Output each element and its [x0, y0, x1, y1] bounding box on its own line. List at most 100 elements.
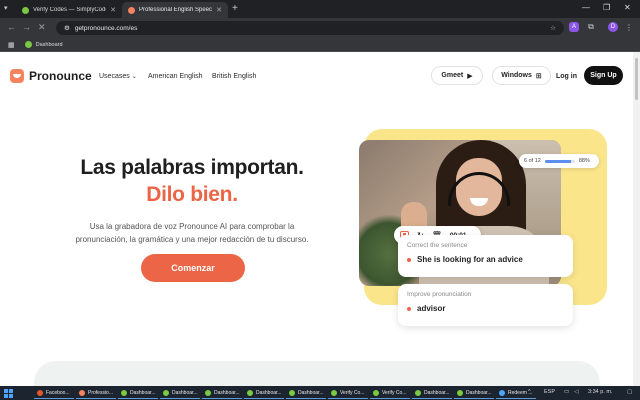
windows-label: Windows	[501, 72, 532, 79]
taskbar-app-icon	[499, 389, 505, 396]
new-tab-button[interactable]: +	[232, 3, 238, 14]
nav-usecases[interactable]: Usecases ⌄	[99, 73, 137, 80]
hero-subtitle-line-2: pronunciación, la gramática y una mejor …	[75, 235, 309, 244]
pronounce-logo-icon	[10, 69, 24, 83]
bookmark-star-icon[interactable]: ☆	[550, 24, 556, 32]
taskbar-app-icon	[331, 389, 337, 396]
windows-logo-icon: ⊞	[535, 72, 542, 80]
pronunciation-card: Improve pronunciation advisor	[398, 284, 573, 326]
taskbar-item[interactable]: Dashboar...	[202, 387, 242, 399]
site-logo[interactable]: Pronounce	[10, 69, 92, 83]
progress-track	[544, 159, 575, 163]
close-tab-icon[interactable]: ✕	[110, 6, 116, 14]
taskbar-item-label: Dashboar...	[256, 389, 282, 396]
notifications-icon[interactable]: ▢	[627, 389, 632, 395]
comenzar-button[interactable]: Comenzar	[141, 254, 245, 282]
extensions-puzzle-icon[interactable]: ⧉	[586, 22, 596, 32]
taskbar-app-icon	[415, 389, 421, 396]
restore-icon[interactable]: ❐	[603, 3, 610, 12]
bookmark-label: Dashboard	[35, 41, 63, 48]
os-taskbar: Faceboo... Professio... Dashboar... Dashboa…	[0, 386, 640, 400]
taskbar-item-label: Professio...	[88, 389, 114, 396]
web-page: Pronounce Usecases ⌄ American English Br…	[0, 52, 633, 386]
taskbar-app-icon	[121, 389, 127, 396]
taskbar-item-label: Faceboo...	[46, 389, 70, 396]
page-scrollbar[interactable]	[633, 52, 640, 386]
bullet-dot-icon	[407, 257, 411, 262]
card-word: advisor	[417, 304, 446, 313]
minimize-icon[interactable]: —	[582, 3, 590, 12]
taskbar-item[interactable]: Faceboo...	[34, 387, 74, 399]
taskbar-item-label: Dashboar...	[172, 389, 198, 396]
taskbar-item[interactable]: Professio...	[76, 387, 116, 399]
network-icon[interactable]: ▭	[564, 389, 569, 395]
gmeet-button[interactable]: Gmeet ▶	[431, 66, 483, 85]
tab-verify-codes[interactable]: Verify Codes — SimplyCodes ✕	[16, 2, 122, 18]
forward-icon[interactable]: →	[22, 22, 31, 32]
nav-usecases-label: Usecases	[99, 73, 130, 80]
extension-icon[interactable]: A	[569, 22, 579, 32]
taskbar-app-icon	[457, 389, 463, 396]
nav-british-english[interactable]: British English	[212, 73, 256, 80]
taskbar-item-label: Dashboar...	[130, 389, 156, 396]
taskbar-item[interactable]: Dashboar...	[160, 387, 200, 399]
taskbar-item[interactable]: Dashboar...	[412, 387, 452, 399]
signup-button[interactable]: Sign Up	[584, 66, 623, 85]
logo-text: Pronounce	[29, 69, 92, 83]
system-clock[interactable]: 3:34 p. m.	[588, 389, 612, 395]
tab-list-icon[interactable]: ▾	[4, 4, 8, 12]
taskbar-item-label: Dashboar...	[214, 389, 240, 396]
close-window-icon[interactable]: ✕	[624, 3, 631, 12]
language-indicator[interactable]: ESP	[544, 389, 555, 395]
taskbar-app-icon	[205, 389, 211, 396]
taskbar-app-icon	[163, 389, 169, 396]
progress-indicator: 6 of 12 88%	[519, 154, 599, 168]
tray-chevron-icon[interactable]: ^	[528, 389, 531, 395]
taskbar-item[interactable]: Dashboar...	[244, 387, 284, 399]
taskbar-item[interactable]: Verify Co...	[370, 387, 410, 399]
taskbar-item[interactable]: Dashboar...	[286, 387, 326, 399]
taskbar-app-icon	[289, 389, 295, 396]
taskbar-item[interactable]: Verify Co...	[328, 387, 368, 399]
taskbar-app-icon	[37, 389, 43, 396]
bookmark-dashboard[interactable]: Dashboard	[24, 41, 63, 48]
url-bar[interactable]: ⚙ getpronounce.com/es ☆	[56, 21, 564, 35]
site-info-icon[interactable]: ⚙	[64, 24, 70, 32]
correction-card: Correct the sentence She is looking for …	[398, 235, 573, 277]
apps-grid-icon[interactable]: ▦	[8, 41, 15, 49]
volume-icon[interactable]: ◁	[574, 389, 578, 395]
close-tab-icon[interactable]: ✕	[216, 6, 222, 14]
taskbar-item-label: Dashboar...	[424, 389, 450, 396]
tab-title: Professional English Speech Ch	[139, 7, 213, 13]
windows-start-icon[interactable]	[4, 388, 13, 398]
nav-american-english[interactable]: American English	[148, 73, 202, 80]
taskbar-app-icon	[79, 389, 85, 396]
taskbar-item-label: Dashboar...	[298, 389, 324, 396]
tab-pronounce[interactable]: Professional English Speech Ch ✕	[122, 2, 228, 18]
browser-tab-bar: ▾ Verify Codes — SimplyCodes ✕ Professio…	[0, 0, 640, 18]
profile-avatar[interactable]: D	[608, 22, 618, 32]
pronounce-favicon-icon	[128, 6, 135, 14]
url-text: getpronounce.com/es	[74, 24, 138, 32]
progress-fill	[544, 159, 572, 163]
stop-loading-icon[interactable]: ✕	[38, 22, 46, 33]
back-icon[interactable]: ←	[7, 22, 16, 32]
browser-menu-icon[interactable]: ⋮	[624, 22, 634, 32]
windows-button[interactable]: Windows ⊞	[492, 66, 551, 85]
scrollbar-thumb[interactable]	[635, 58, 638, 100]
login-link[interactable]: Log in	[556, 73, 577, 80]
taskbar-item-label: Verify Co...	[340, 389, 365, 396]
address-bar-row: ← → ✕ ⚙ getpronounce.com/es ☆ A ⧉ D ⋮	[0, 18, 640, 38]
progress-count: 6 of 12	[524, 158, 541, 164]
site-header: Pronounce Usecases ⌄ American English Br…	[0, 52, 633, 104]
gmeet-label: Gmeet	[441, 72, 464, 79]
bookmarks-bar: ▦ Dashboard	[0, 38, 640, 52]
tab-title: Verify Codes — SimplyCodes	[33, 7, 107, 13]
taskbar-item[interactable]: Dashboar...	[118, 387, 158, 399]
taskbar-item[interactable]: Dashboar...	[454, 387, 494, 399]
hero-title: Las palabras importan.	[80, 156, 304, 179]
taskbar-app-icon	[373, 389, 379, 396]
dashboard-favicon-icon	[24, 41, 32, 48]
card-label: Improve pronunciation	[407, 291, 472, 298]
simplycodes-favicon-icon	[22, 6, 29, 14]
